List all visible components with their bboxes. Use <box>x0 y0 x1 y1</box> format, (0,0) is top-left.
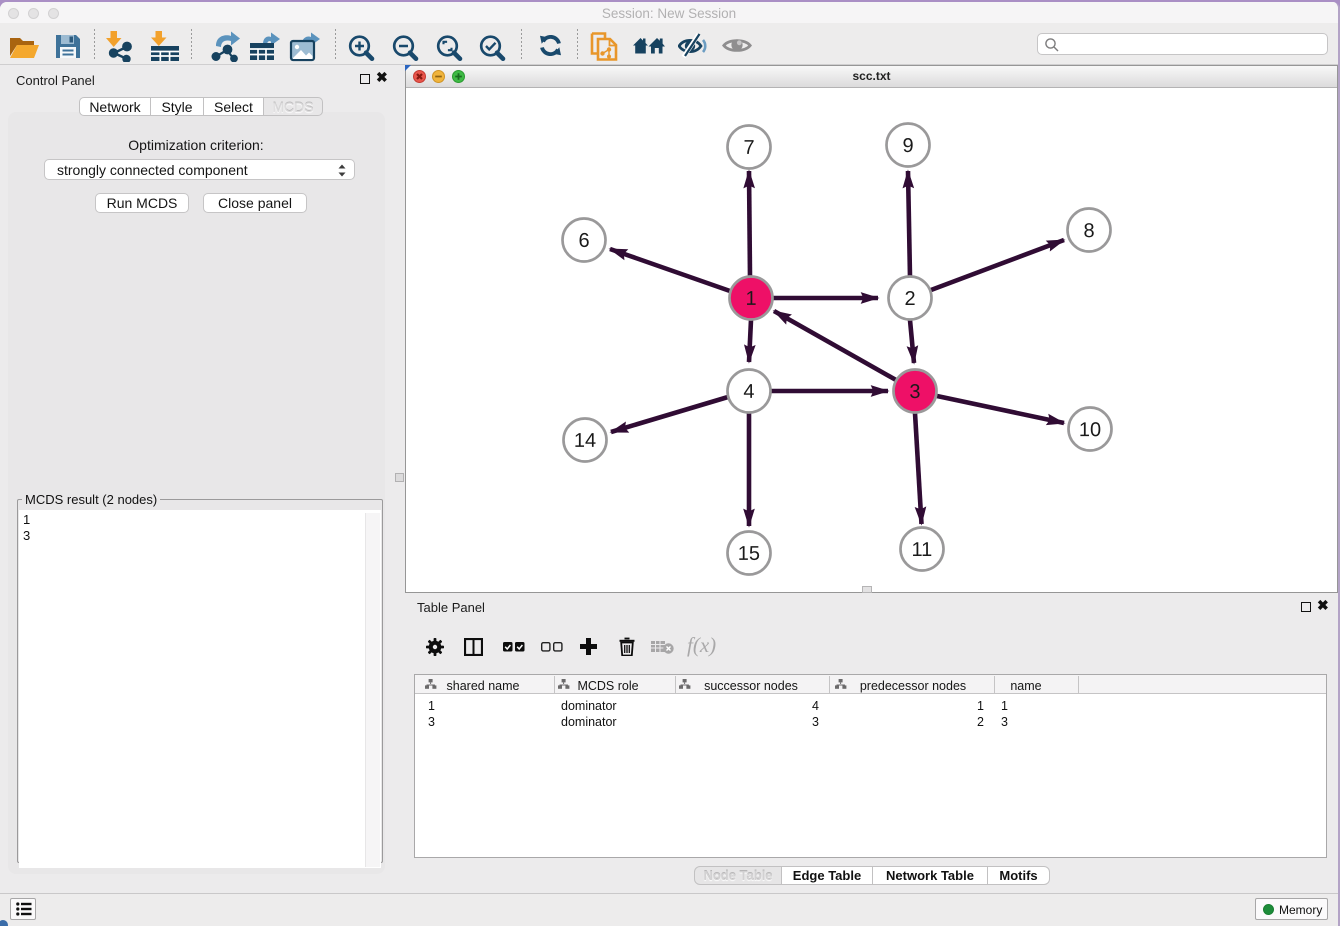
svg-text:14: 14 <box>574 430 596 452</box>
svg-text:10: 10 <box>1079 419 1101 441</box>
svg-text:11: 11 <box>912 539 933 561</box>
svg-text:6: 6 <box>578 230 589 252</box>
svg-text:4: 4 <box>743 381 754 403</box>
svg-text:7: 7 <box>744 137 755 159</box>
svg-text:successor nodes: successor nodes <box>704 679 798 693</box>
svg-text:8: 8 <box>1083 220 1094 242</box>
svg-text:1: 1 <box>745 288 756 310</box>
svg-text:predecessor nodes: predecessor nodes <box>860 679 966 693</box>
svg-text:3: 3 <box>909 381 920 403</box>
svg-text:2: 2 <box>904 288 915 310</box>
svg-text:name: name <box>1010 679 1041 693</box>
svg-text:MCDS role: MCDS role <box>577 679 638 693</box>
svg-text:15: 15 <box>738 543 760 565</box>
svg-text:shared name: shared name <box>447 679 520 693</box>
svg-text:9: 9 <box>903 135 914 157</box>
